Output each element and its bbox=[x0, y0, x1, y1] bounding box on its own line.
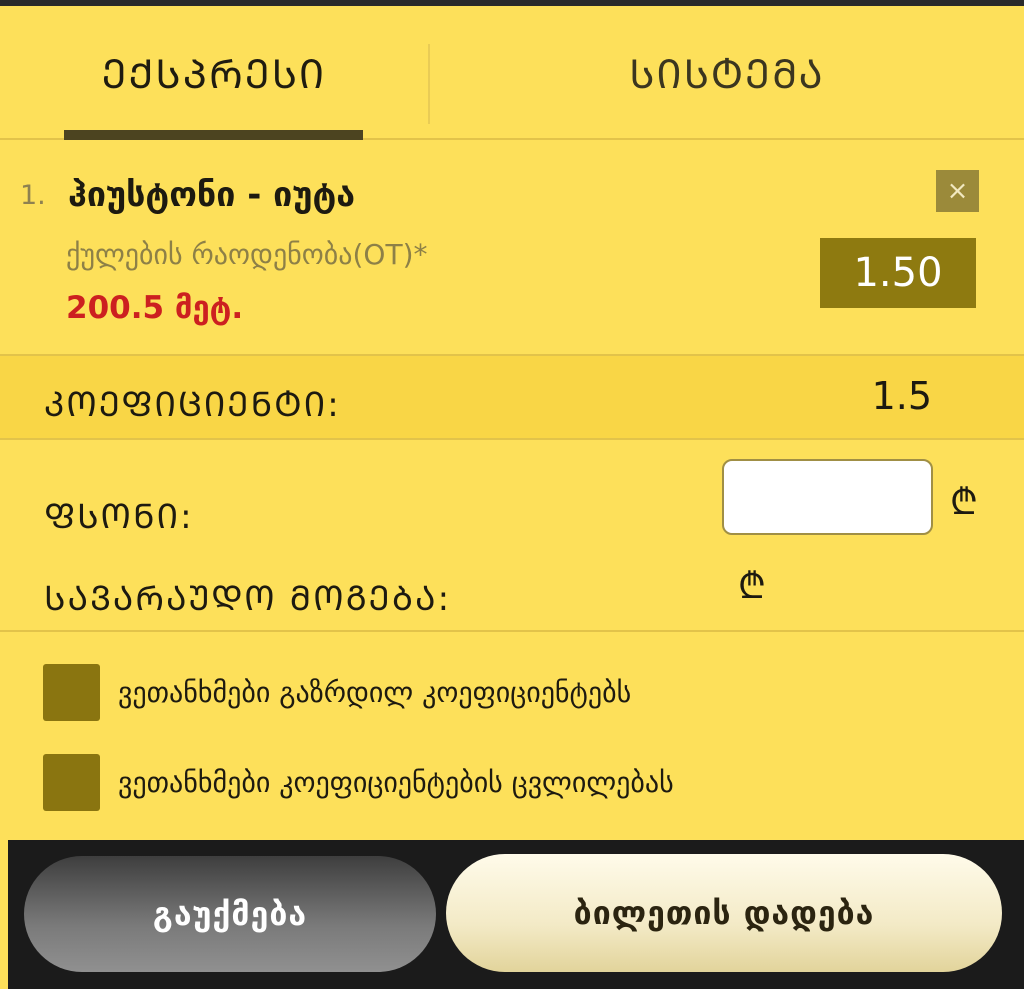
tab-express[interactable]: ᲔᲥᲡᲞᲠᲔᲡᲘ bbox=[0, 6, 428, 138]
active-tab-indicator bbox=[64, 130, 363, 140]
accept-higher-odds-row[interactable]: ვეთანხმები გაზრდილ კოეფიციენტებს bbox=[0, 648, 1024, 738]
coefficient-label: ᲙᲝᲔᲤᲘᲪᲘᲔᲜᲢᲘ: bbox=[44, 385, 341, 425]
accept-higher-odds-checkbox[interactable] bbox=[43, 664, 100, 721]
bet-event-title: ჰიუსტონი - იუტა bbox=[68, 175, 356, 215]
accept-higher-odds-label: ვეთანხმები გაზრდილ კოეფიციენტებს bbox=[118, 676, 632, 709]
action-bar: გაუქმება ბილეთის დადება bbox=[8, 840, 1024, 989]
stake-input[interactable] bbox=[722, 459, 933, 535]
bet-selection: 200.5 მეტ. bbox=[66, 290, 244, 326]
bet-odds-badge: 1.50 bbox=[820, 238, 976, 308]
stake-section: ᲤᲡᲝᲜᲘ: ₾ ᲡᲐᲕᲐᲠᲐᲣᲓᲝ ᲛᲝᲒᲔᲑᲐ: ₾ bbox=[0, 440, 1024, 632]
accept-odds-change-row[interactable]: ვეთანხმები კოეფიციენტების ცვლილებას bbox=[0, 738, 1024, 828]
accept-odds-change-label: ვეთანხმები კოეფიციენტების ცვლილებას bbox=[118, 766, 674, 799]
cancel-button[interactable]: გაუქმება bbox=[24, 856, 436, 972]
coefficient-value: 1.5 bbox=[871, 374, 932, 418]
accept-odds-change-checkbox[interactable] bbox=[43, 754, 100, 811]
lari-currency-icon: ₾ bbox=[738, 566, 766, 607]
lari-currency-icon: ₾ bbox=[950, 482, 978, 523]
bet-index: 1. bbox=[20, 180, 46, 211]
place-bet-button[interactable]: ბილეთის დადება bbox=[446, 854, 1002, 972]
bet-slip-item: 1. ჰიუსტონი - იუტა ქულების რაოდენობა(OT)… bbox=[0, 140, 1024, 356]
remove-bet-button[interactable]: × bbox=[936, 170, 979, 212]
stake-label: ᲤᲡᲝᲜᲘ: bbox=[44, 497, 194, 537]
tab-system[interactable]: ᲡᲘᲡᲢᲔᲛᲐ bbox=[430, 6, 1024, 138]
close-icon: × bbox=[946, 176, 969, 206]
bet-type-tabs: ᲔᲥᲡᲞᲠᲔᲡᲘ ᲡᲘᲡᲢᲔᲛᲐ bbox=[0, 6, 1024, 140]
potential-win-label: ᲡᲐᲕᲐᲠᲐᲣᲓᲝ ᲛᲝᲒᲔᲑᲐ: bbox=[44, 579, 452, 619]
total-coefficient-row: ᲙᲝᲔᲤᲘᲪᲘᲔᲜᲢᲘ: 1.5 bbox=[0, 356, 1024, 440]
bet-market: ქულების რაოდენობა(OT)* bbox=[66, 238, 428, 271]
